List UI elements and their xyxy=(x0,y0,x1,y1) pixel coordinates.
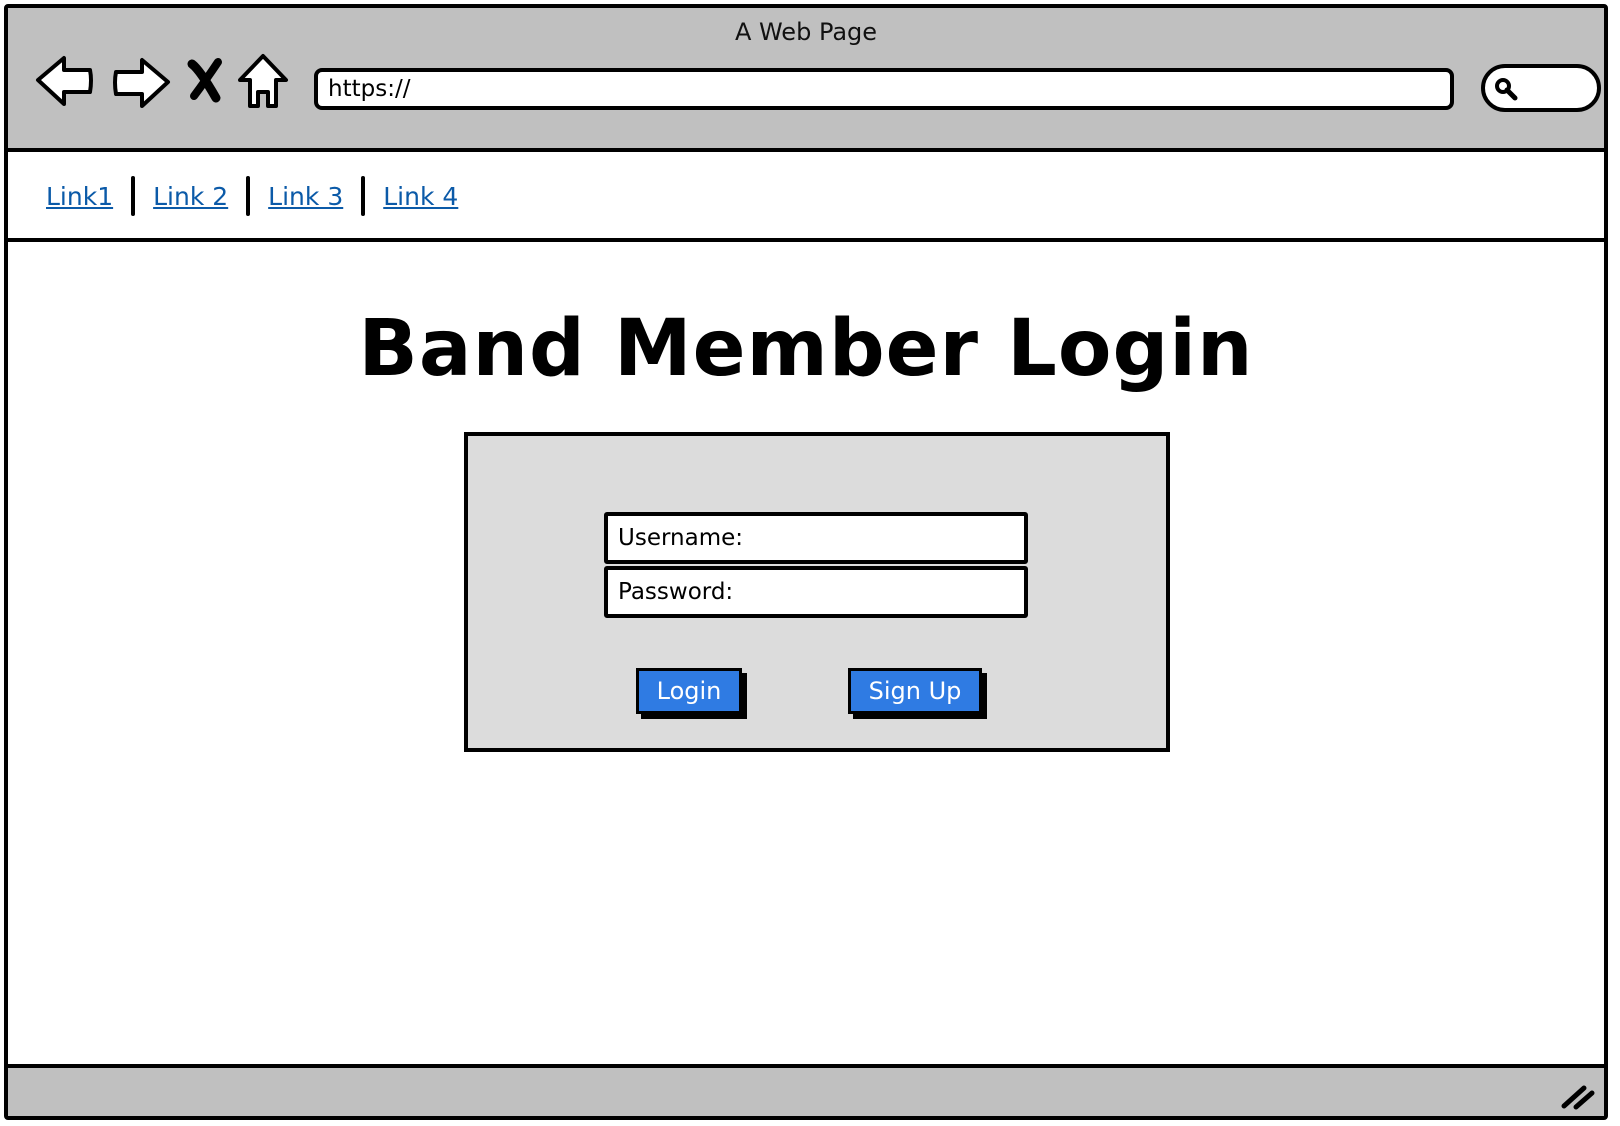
nav-link-1[interactable]: Link1 xyxy=(44,182,115,211)
search-box[interactable] xyxy=(1481,64,1601,112)
page-title: Band Member Login xyxy=(358,304,1254,394)
status-bar xyxy=(8,1064,1604,1116)
link-separator xyxy=(131,176,136,216)
resize-grip-icon[interactable] xyxy=(1560,1080,1596,1110)
search-icon xyxy=(1495,78,1518,101)
url-input[interactable] xyxy=(314,68,1454,110)
username-field[interactable] xyxy=(604,512,1028,564)
nav-link-3[interactable]: Link 3 xyxy=(266,182,345,211)
login-panel: Login Sign Up xyxy=(464,432,1170,752)
forward-arrow-icon[interactable] xyxy=(108,50,172,114)
nav-link-4[interactable]: Link 4 xyxy=(381,182,460,211)
nav-link-2[interactable]: Link 2 xyxy=(151,182,230,211)
home-icon[interactable] xyxy=(236,50,290,114)
nav-links: Link1 Link 2 Link 3 Link 4 xyxy=(44,176,460,216)
link-separator xyxy=(246,176,251,216)
window-title: A Web Page xyxy=(734,18,878,46)
close-icon[interactable] xyxy=(180,50,230,114)
link-separator xyxy=(361,176,366,216)
link-bar: Link1 Link 2 Link 3 Link 4 xyxy=(8,156,1604,242)
login-button[interactable]: Login xyxy=(636,668,742,714)
browser-toolbar: A Web Page xyxy=(8,8,1604,152)
password-field[interactable] xyxy=(604,566,1028,618)
back-arrow-icon[interactable] xyxy=(34,50,98,114)
browser-window: A Web Page https:// Link1 Link 2 Link 3 … xyxy=(4,4,1608,1120)
sign-up-button[interactable]: Sign Up xyxy=(848,668,982,714)
